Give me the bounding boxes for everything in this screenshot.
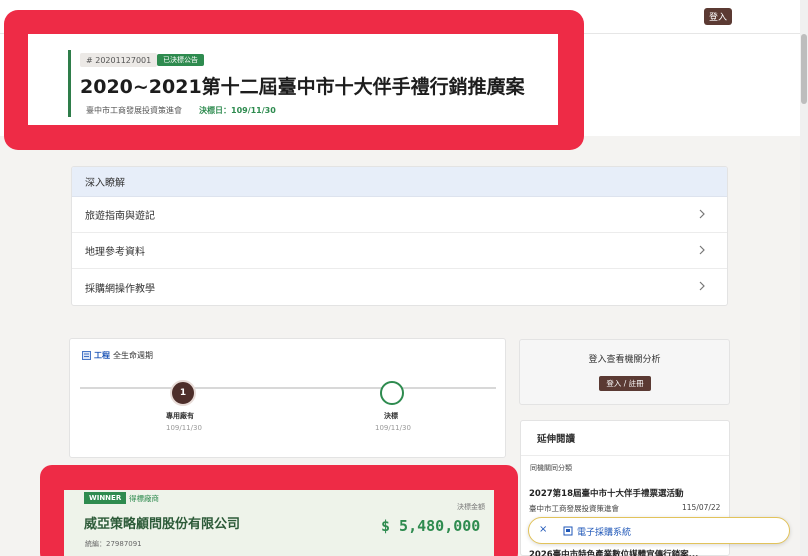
close-icon[interactable]: × [539,524,547,535]
eprocurement-float-bar[interactable]: × 電子採購系統 [528,517,790,544]
timeline-step-date: 109/11/30 [166,424,202,432]
winner-label: 得標廠商 [129,494,159,503]
login-button[interactable]: 登入 [704,8,732,25]
login-prompt-title: 登入查看機關分析 [588,355,661,365]
status-badge: 已決標公告 [157,54,204,66]
extended-reading-heading: 延伸閱讀 [521,421,729,456]
related-tender-agency: 臺中市工商發展投資策進會 [529,504,619,513]
learn-more-heading: 深入瞭解 [72,167,727,197]
lifecycle-title: 工程 全生命週期 [82,350,153,361]
learn-more-item-travel-guide[interactable]: 旅遊指南與遊記 [72,197,727,233]
learn-more-item-label: 旅遊指南與遊記 [85,211,155,222]
learn-more-item-label: 地理參考資料 [85,247,145,258]
timeline-step-date: 109/11/30 [375,424,411,432]
lifecycle-title-text: 全生命週期 [113,351,153,360]
award-date: 決標日：109/11/30 [199,106,276,115]
timeline-step-2[interactable] [380,381,404,405]
building-icon [563,526,573,536]
chevron-right-icon [699,281,705,291]
extended-reading-subheading: 同機關同分類 [530,464,572,472]
lifecycle-card: 工程 全生命週期 1 專用廠有 109/11/30 決標 109/11/30 [69,338,506,458]
learn-more-card: 深入瞭解 旅遊指南與遊記 地理參考資料 採購網操作教學 [71,166,728,306]
document-icon [82,351,91,360]
eprocurement-link[interactable]: 電子採購系統 [577,525,631,538]
timeline-step-1[interactable]: 1 [170,380,196,406]
related-tender-link[interactable]: 2027第18屆臺中市十大伴手禮票選活動 [529,487,684,499]
award-amount: $ 5,480,000 [381,517,481,535]
chevron-right-icon [699,209,705,219]
timeline-line [80,387,496,389]
scrollbar-thumb[interactable] [801,34,807,104]
lifecycle-keyword[interactable]: 工程 [94,350,110,361]
learn-more-item-geography[interactable]: 地理參考資料 [72,233,727,269]
vendor-name[interactable]: 威亞策略顧問股份有限公司 [84,513,240,532]
timeline-step-label: 決標 [384,412,398,420]
vendor-tax-id: 統編：27987091 [85,540,142,548]
related-tender-link[interactable]: 2026臺中市特色產業數位媒體宣傳行銷案... [529,548,698,556]
learn-more-item-tutorial[interactable]: 採購網操作教學 [72,269,727,305]
learn-more-item-label: 採購網操作教學 [85,283,155,295]
related-tender-date: 115/07/22 [682,503,721,512]
login-prompt-card: 登入查看機關分析 登入 / 註冊 [519,339,730,405]
award-amount-label: 決標金額 [457,503,485,511]
login-register-button[interactable]: 登入 / 註冊 [599,376,651,391]
chevron-right-icon [699,245,705,255]
page-title: 2020~2021第十二屆臺中市十大伴手禮行銷推廣案 [80,76,525,98]
agency-name[interactable]: 臺中市工商發展投資策進會 [86,105,182,116]
tender-accent-bar [68,50,71,117]
tender-id-badge: # 20201127001 [80,53,158,67]
winner-tag: WINNER [84,492,127,504]
timeline-step-label: 專用廠有 [166,412,194,420]
